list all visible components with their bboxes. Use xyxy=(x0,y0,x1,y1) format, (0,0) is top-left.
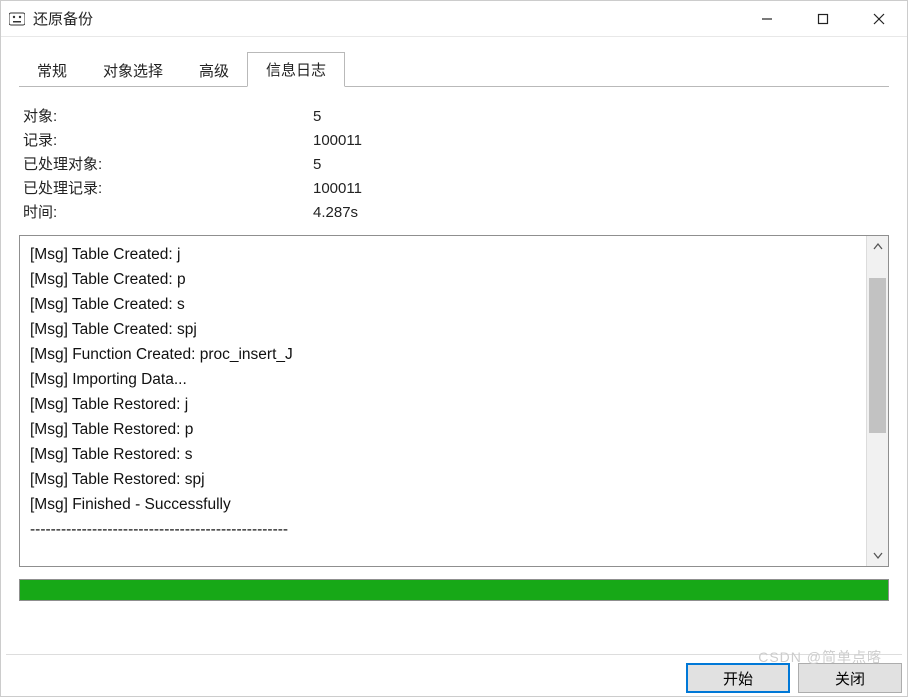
tab-row: 常规 对象选择 高级 信息日志 xyxy=(19,53,889,87)
stat-row: 已处理对象:5 xyxy=(23,153,885,177)
log-line: [Msg] Table Restored: p xyxy=(30,417,856,442)
log-line: [Msg] Table Created: p xyxy=(30,267,856,292)
stat-value-records: 100011 xyxy=(313,129,362,153)
tab-object-selection[interactable]: 对象选择 xyxy=(85,54,181,87)
titlebar: 还原备份 xyxy=(1,1,907,37)
progress-bar xyxy=(19,579,889,601)
stat-label-processed-records: 已处理记录: xyxy=(23,177,313,201)
log-line: [Msg] Table Restored: j xyxy=(30,392,856,417)
stat-value-time: 4.287s xyxy=(313,201,358,225)
window-title: 还原备份 xyxy=(33,8,93,29)
log-line: [Msg] Importing Data... xyxy=(30,367,856,392)
start-button[interactable]: 开始 xyxy=(686,663,790,693)
log-content[interactable]: [Msg] Table Created: j[Msg] Table Create… xyxy=(20,236,866,566)
stat-value-processed-records: 100011 xyxy=(313,177,362,201)
tab-advanced[interactable]: 高级 xyxy=(181,54,247,87)
minimize-button[interactable] xyxy=(739,1,795,36)
log-line: [Msg] Table Created: j xyxy=(30,242,856,267)
scroll-track[interactable] xyxy=(867,258,888,544)
stat-label-objects: 对象: xyxy=(23,105,313,129)
log-line: [Msg] Finished - Successfully xyxy=(30,492,856,517)
stat-row: 对象:5 xyxy=(23,105,885,129)
close-button[interactable]: 关闭 xyxy=(798,663,902,693)
stat-row: 已处理记录:100011 xyxy=(23,177,885,201)
app-icon xyxy=(9,11,25,27)
maximize-button[interactable] xyxy=(795,1,851,36)
log-line: [Msg] Table Created: spj xyxy=(30,317,856,342)
log-line: ----------------------------------------… xyxy=(30,517,856,542)
scroll-down-icon[interactable] xyxy=(867,544,888,566)
tab-message-log[interactable]: 信息日志 xyxy=(247,52,345,87)
stat-label-time: 时间: xyxy=(23,201,313,225)
stat-row: 记录:100011 xyxy=(23,129,885,153)
stat-label-records: 记录: xyxy=(23,129,313,153)
log-line: [Msg] Function Created: proc_insert_J xyxy=(30,342,856,367)
close-window-button[interactable] xyxy=(851,1,907,36)
scroll-up-icon[interactable] xyxy=(867,236,888,258)
stat-value-processed-objects: 5 xyxy=(313,153,321,177)
stats-panel: 对象:5 记录:100011 已处理对象:5 已处理记录:100011 时间:4… xyxy=(19,87,889,235)
log-box: [Msg] Table Created: j[Msg] Table Create… xyxy=(19,235,889,567)
scrollbar[interactable] xyxy=(866,236,888,566)
log-line: [Msg] Table Restored: spj xyxy=(30,467,856,492)
stat-label-processed-objects: 已处理对象: xyxy=(23,153,313,177)
tab-general[interactable]: 常规 xyxy=(19,54,85,87)
scroll-thumb[interactable] xyxy=(869,278,886,433)
stat-row: 时间:4.287s xyxy=(23,201,885,225)
log-line: [Msg] Table Restored: s xyxy=(30,442,856,467)
footer: 开始 关闭 xyxy=(6,654,902,693)
stat-value-objects: 5 xyxy=(313,105,321,129)
log-line: [Msg] Table Created: s xyxy=(30,292,856,317)
